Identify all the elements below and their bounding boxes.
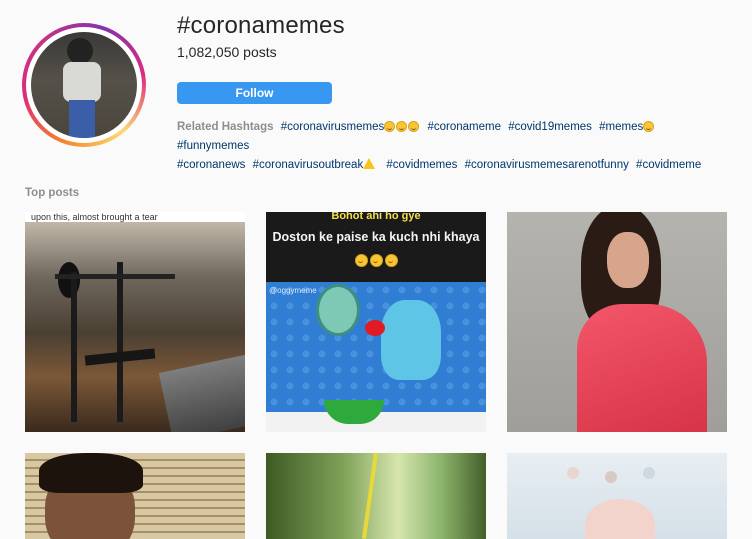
- warning-icon: [363, 158, 376, 169]
- hashtag-link[interactable]: #covidmeme: [636, 159, 701, 171]
- related-hashtags: Related Hashtags #coronavirusmemes #coro…: [177, 118, 737, 175]
- emoji-row: [266, 252, 486, 270]
- grinning-tears-icon: [384, 254, 398, 267]
- grinning-tears-icon: [408, 121, 420, 132]
- grinning-tears-icon: [396, 121, 408, 132]
- hashtag-link[interactable]: #covidmemes: [386, 159, 457, 171]
- grinning-tears-icon: [384, 121, 396, 132]
- hashtag-link[interactable]: #coronavirusmemes: [281, 121, 421, 133]
- cartoon-character: [381, 300, 441, 380]
- top-posts-label: Top posts: [25, 187, 80, 199]
- meme-handle: @oggymeme: [269, 286, 317, 295]
- avatar-photo: [31, 32, 137, 138]
- post-tile[interactable]: [25, 453, 245, 539]
- grinning-tears-icon: [354, 254, 368, 267]
- hashtag-link[interactable]: #coronanews: [177, 159, 245, 171]
- hashtag-link[interactable]: #coronavirusmemesarenotfunny: [465, 159, 629, 171]
- profile-avatar[interactable]: [22, 23, 146, 147]
- meme-text-line: Doston ke paise ka kuch nhi khaya: [272, 230, 480, 244]
- hashtag-link[interactable]: #funnymemes: [177, 140, 249, 152]
- hashtag-link[interactable]: #coronameme: [427, 121, 501, 133]
- meme-text-line: Bohot ahi ho gye: [331, 212, 421, 222]
- page-title: #coronamemes: [177, 12, 345, 39]
- avatar-border: [26, 27, 142, 143]
- post-caption: upon this, almost brought a tear: [25, 212, 245, 222]
- hashtag-link[interactable]: #covid19memes: [508, 121, 592, 133]
- hashtag-link[interactable]: #memes: [599, 121, 655, 133]
- hashtag-link[interactable]: #coronavirusoutbreak: [253, 158, 380, 171]
- related-hashtags-label: Related Hashtags: [177, 121, 274, 133]
- follow-button[interactable]: Follow: [177, 82, 332, 104]
- post-tile[interactable]: upon this, almost brought a tear: [25, 212, 245, 432]
- post-tile[interactable]: [507, 212, 727, 432]
- posts-count: 1,082,050 posts: [177, 44, 277, 60]
- grinning-tears-icon: [643, 121, 655, 132]
- meme-text-panel: Bohot ahi ho gye Doston ke paise ka kuch…: [266, 212, 486, 282]
- post-tile[interactable]: Bohot ahi ho gye Doston ke paise ka kuch…: [266, 212, 486, 432]
- post-tile[interactable]: [507, 453, 727, 539]
- grinning-tears-icon: [369, 254, 383, 267]
- post-tile[interactable]: [266, 453, 486, 539]
